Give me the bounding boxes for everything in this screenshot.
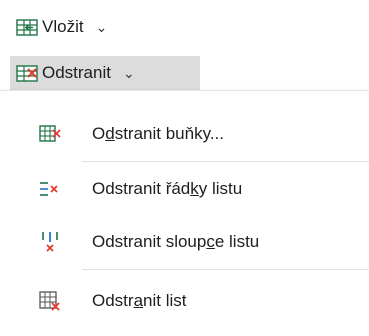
delete-rows-icon — [38, 177, 62, 201]
menu-item-delete-rows[interactable]: Odstranit řádky listu — [0, 166, 369, 212]
menu-item-label: Odstranit sloupce listu — [92, 232, 260, 251]
delete-columns-icon — [38, 230, 62, 254]
delete-cells-icon — [38, 122, 62, 146]
menu-item-label: Odstranit list — [92, 291, 187, 310]
menu-separator — [82, 269, 369, 270]
delete-dropdown-menu: Odstranit buňky... Odstranit řádky listu… — [0, 90, 369, 336]
chevron-down-icon: ⌄ — [95, 18, 108, 35]
menu-item-label: Odstranit řádky listu — [92, 179, 243, 198]
menu-item-delete-columns[interactable]: Odstranit sloupce listu — [0, 219, 369, 265]
insert-button[interactable]: Vložit ⌄ — [10, 12, 160, 42]
menu-item-delete-sheet[interactable]: Odstranit list — [0, 278, 369, 324]
menu-item-label: Odstranit buňky... — [92, 124, 224, 143]
insert-cells-icon — [16, 17, 38, 37]
chevron-down-icon: ⌄ — [122, 64, 135, 81]
menu-item-delete-cells[interactable]: Odstranit buňky... — [0, 111, 369, 157]
delete-cells-icon — [16, 63, 38, 83]
delete-sheet-icon — [38, 289, 62, 313]
delete-label: Odstranit — [42, 63, 111, 82]
delete-button[interactable]: Odstranit ⌄ — [10, 56, 200, 90]
insert-label: Vložit — [42, 17, 84, 36]
menu-separator — [82, 161, 369, 162]
